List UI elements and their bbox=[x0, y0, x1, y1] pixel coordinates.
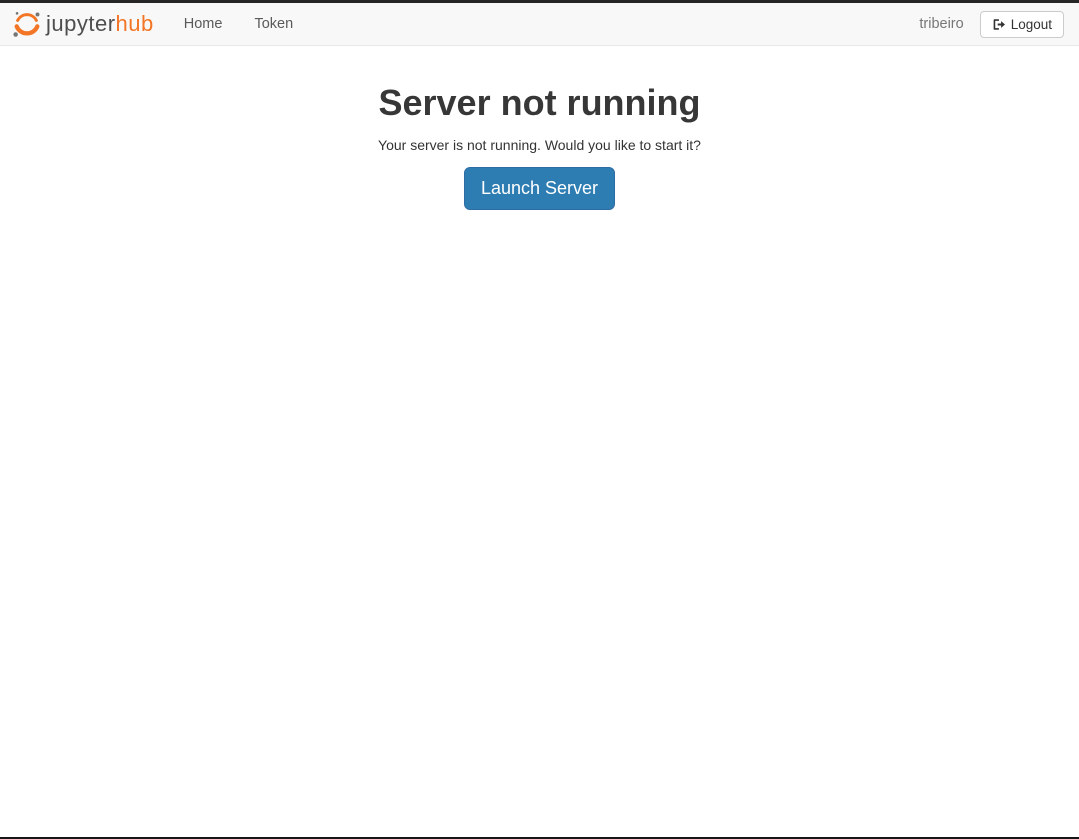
launch-server-button[interactable]: Launch Server bbox=[464, 167, 615, 210]
sign-out-icon bbox=[992, 18, 1005, 31]
logout-button[interactable]: Logout bbox=[980, 11, 1064, 38]
navbar: jupyterhub Home Token tribeiro Logout bbox=[0, 3, 1079, 46]
nav-item-token[interactable]: Token bbox=[238, 3, 309, 45]
jupyter-logo-icon bbox=[12, 9, 42, 39]
server-status-message: Your server is not running. Would you li… bbox=[0, 137, 1079, 153]
username-label: tribeiro bbox=[919, 16, 963, 32]
main-content: Server not running Your server is not ru… bbox=[0, 46, 1079, 210]
brand-jupyter: jupyter bbox=[46, 11, 116, 36]
nav-item-home[interactable]: Home bbox=[168, 3, 239, 45]
jupyterhub-brand[interactable]: jupyterhub bbox=[12, 9, 154, 39]
navbar-right: tribeiro Logout bbox=[919, 11, 1064, 38]
brand-hub: hub bbox=[116, 11, 154, 36]
nav-links: Home Token bbox=[168, 3, 309, 45]
logout-label: Logout bbox=[1011, 17, 1052, 32]
brand-wordmark: jupyterhub bbox=[46, 11, 154, 37]
page-title: Server not running bbox=[0, 83, 1079, 123]
